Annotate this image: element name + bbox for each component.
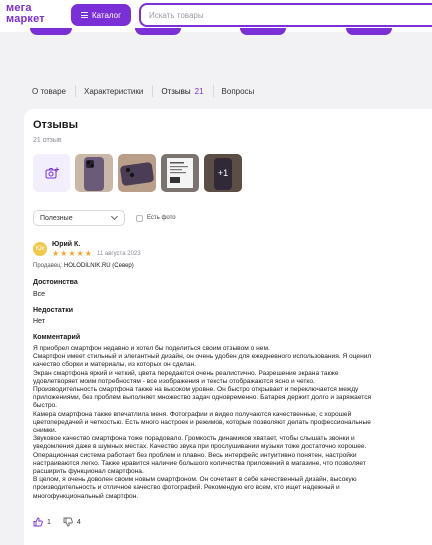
comment-label: Комментарий [33, 334, 81, 341]
cons-value: Нет [33, 318, 45, 325]
add-photo-button[interactable] [33, 154, 70, 192]
review-actions: 1 4 [33, 517, 81, 527]
comment-paragraph: Камера смартфона также впечатлила меня. … [33, 410, 371, 435]
tab-reviews[interactable]: Отзывы 21 [152, 80, 212, 102]
with-photo-checkbox[interactable] [136, 215, 143, 222]
sort-select-value: Полезные [40, 214, 73, 222]
reviews-card: Отзывы 21 отзыв +1 Полезные Есть фото Юк… [24, 109, 432, 545]
nav-pill[interactable] [240, 28, 286, 35]
menu-icon [80, 12, 88, 18]
like-button[interactable]: 1 [33, 517, 51, 527]
nav-pill[interactable] [135, 28, 181, 35]
review-photo-thumbnail[interactable] [161, 154, 199, 192]
review-author: Юрий К. [52, 241, 81, 248]
dislike-button[interactable]: 4 [63, 517, 81, 527]
logo[interactable]: мега маркет [6, 3, 45, 25]
review-photo-thumbnail[interactable] [118, 154, 156, 192]
comment-paragraph: Я приобрел смартфон недавно и хотел бы п… [33, 345, 270, 352]
tab-specs[interactable]: Характеристики [74, 80, 152, 102]
star-icon: ★ [76, 249, 84, 258]
catalog-button[interactable]: Каталог [71, 4, 131, 26]
avatar: Юк [33, 242, 47, 256]
catalog-button-label: Каталог [91, 10, 122, 20]
thumb-up-icon [33, 517, 43, 527]
sort-select[interactable]: Полезные [33, 210, 125, 226]
nav-pill[interactable] [30, 28, 72, 35]
comment-paragraph: В целом, я очень доволен своим новым сма… [33, 476, 357, 500]
review-seller: Продавец: HOLODILNIK.RU (Север) [33, 263, 134, 269]
reviews-title: Отзывы [33, 119, 78, 131]
product-tabs: О товаре Характеристики Отзывы 21 Вопрос… [24, 80, 432, 102]
star-icon: ★ [68, 249, 76, 258]
more-photos-count: +1 [204, 154, 242, 192]
cons-label: Недостатки [33, 307, 74, 314]
pros-label: Достоинства [33, 279, 78, 286]
comment-paragraph: Смартфон имеет стильный и элегантный диз… [33, 353, 372, 369]
star-icon: ★ [60, 249, 68, 258]
star-icon: ★ [84, 249, 92, 258]
dislike-count: 4 [76, 518, 81, 526]
nav-pill[interactable] [346, 28, 392, 35]
review-photo-thumbnail-more[interactable]: +1 [204, 154, 242, 192]
review-comment: Я приобрел смартфон недавно и хотел бы п… [33, 345, 373, 501]
comment-paragraph: Звуковое качество смартфона тоже порадов… [33, 435, 367, 451]
rating-stars: ★ ★ ★ ★ ★ [52, 250, 92, 258]
review-date: 11 августа 2023 [97, 251, 141, 257]
thumb-down-icon [63, 517, 73, 527]
reviews-count: 21 отзыв [33, 137, 62, 144]
with-photo-label: Есть фото [147, 215, 176, 221]
camera-plus-icon [45, 167, 59, 179]
seller-name[interactable]: HOLODILNIK.RU (Север) [64, 263, 134, 269]
logo-line-2: маркет [6, 13, 45, 25]
star-icon: ★ [52, 249, 60, 258]
review-photo-thumbnail[interactable] [75, 154, 113, 192]
pros-value: Все [33, 291, 46, 298]
tab-about[interactable]: О товаре [24, 80, 75, 102]
search-input[interactable]: Искать товары [139, 3, 432, 27]
tab-questions[interactable]: Вопросы [212, 80, 264, 102]
comment-paragraph: Экран смартфона яркий и четкий, цвета пе… [33, 369, 339, 385]
comment-paragraph: Операционная система работает без пробле… [33, 451, 366, 476]
comment-paragraph: Производительность смартфона также на вы… [33, 386, 372, 410]
search-placeholder: Искать товары [149, 10, 204, 20]
chevron-down-icon [110, 212, 119, 221]
like-count: 1 [47, 518, 51, 526]
tab-reviews-count: 21 [194, 86, 204, 96]
